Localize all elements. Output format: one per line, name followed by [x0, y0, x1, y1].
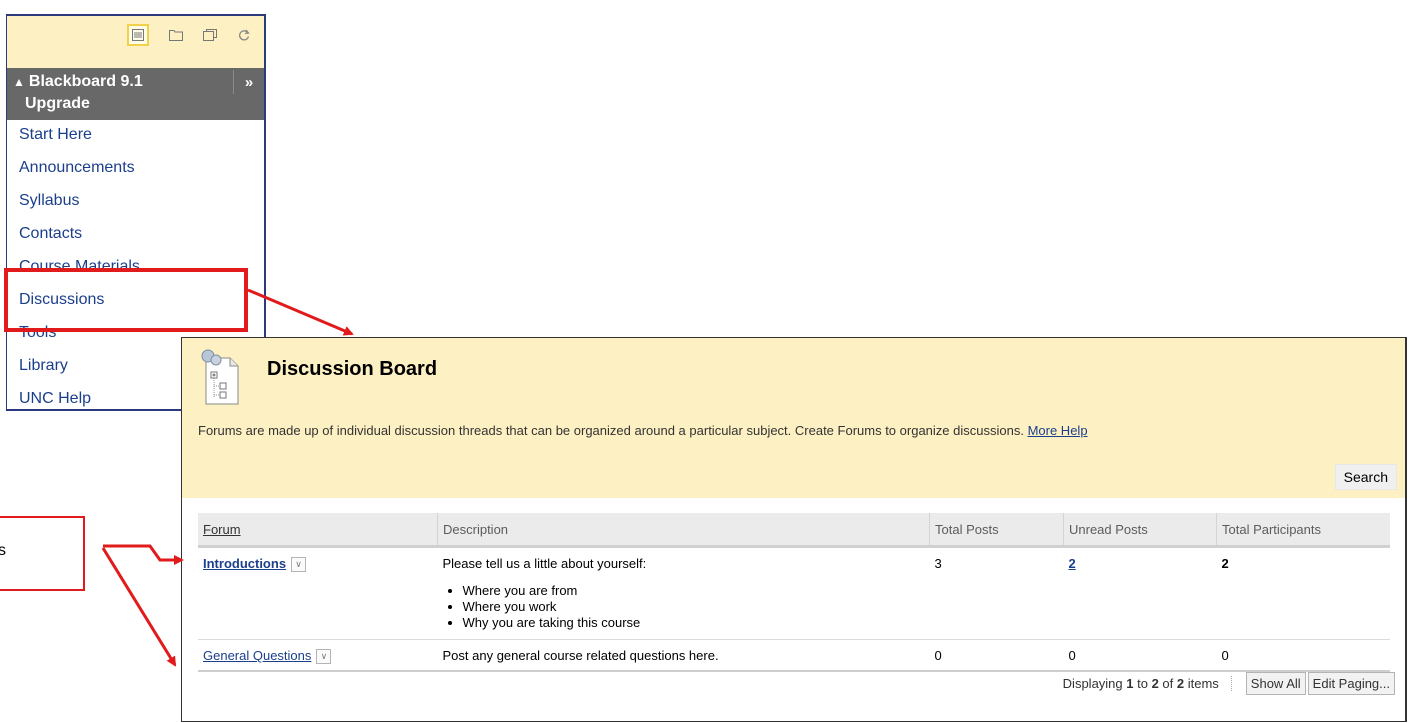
- arrow-to-general-questions: [101, 547, 177, 667]
- arrow-to-board: [247, 288, 354, 336]
- arrow-to-introductions: [103, 544, 184, 565]
- annotation-arrows: [101, 288, 354, 667]
